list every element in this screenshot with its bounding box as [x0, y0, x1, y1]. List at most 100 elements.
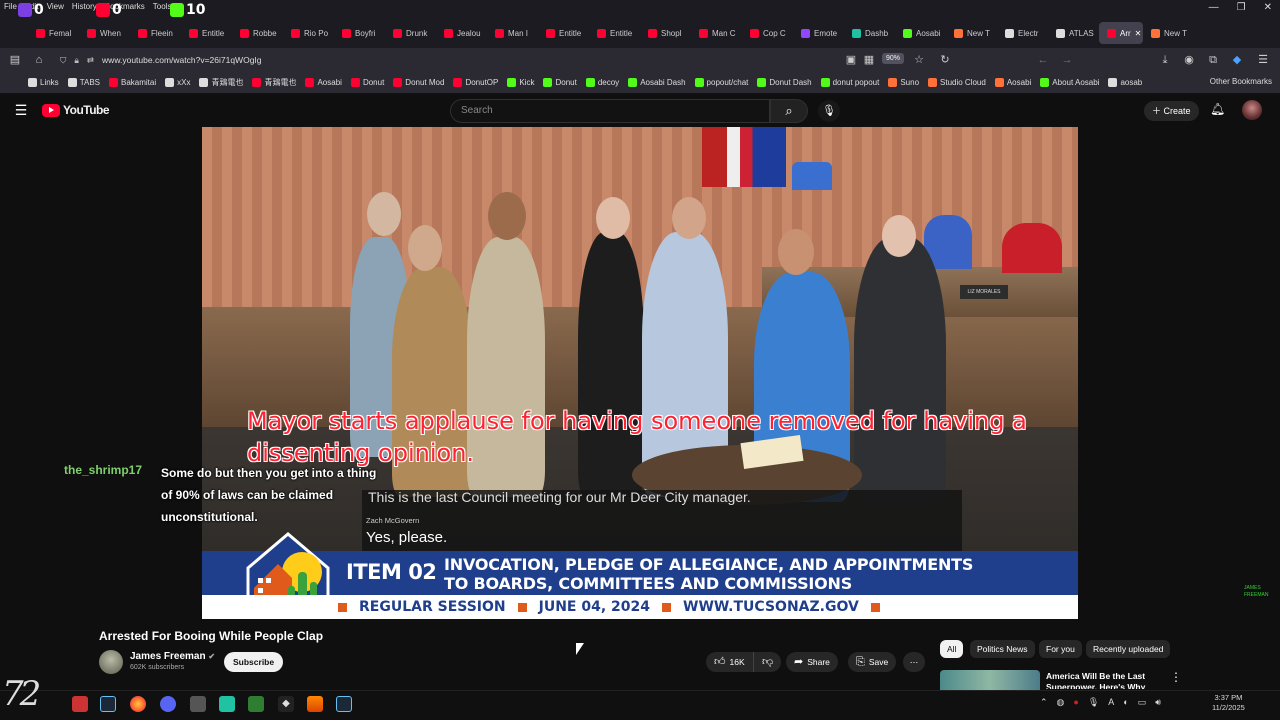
- bookmark-item[interactable]: DonutOP: [453, 78, 498, 87]
- restore-icon[interactable]: ❐: [1237, 2, 1246, 13]
- recommended-more-icon[interactable]: ⋮: [1170, 670, 1182, 684]
- bookmark-item[interactable]: Donut: [350, 78, 384, 87]
- browser-tab[interactable]: Entitle: [589, 22, 640, 44]
- browser-tab[interactable]: Arr ✕: [1099, 22, 1143, 44]
- browser-tab[interactable]: Fleein: [130, 22, 181, 44]
- browser-tab[interactable]: Femal: [28, 22, 79, 44]
- chip-for-you[interactable]: For you: [1039, 640, 1082, 658]
- tray-font-icon[interactable]: A: [1108, 697, 1114, 708]
- bookmark-item[interactable]: Kick: [507, 78, 534, 87]
- browser-tab[interactable]: Man I: [487, 22, 538, 44]
- bookmark-item[interactable]: Donut Mod: [393, 78, 444, 87]
- tray-network-icon[interactable]: ◐: [1123, 697, 1128, 708]
- search-input[interactable]: Search: [450, 99, 770, 123]
- tray-display-icon[interactable]: ▭: [1138, 697, 1147, 708]
- back-icon[interactable]: ←: [1036, 53, 1050, 67]
- bookmark-item[interactable]: xXx: [165, 78, 190, 87]
- url-bar[interactable]: ⛉ 🔒︎ ⇄ www.youtube.com/watch?v=26i71qWOg…: [60, 51, 960, 69]
- downloads-icon[interactable]: ⤓: [1158, 53, 1172, 67]
- voice-search-button[interactable]: 🎙︎: [818, 100, 840, 122]
- minimize-icon[interactable]: —: [1209, 2, 1219, 13]
- browser-tab[interactable]: Boyfri: [334, 22, 385, 44]
- guide-menu-icon[interactable]: ☰: [12, 101, 30, 119]
- browser-tab[interactable]: Cop C: [742, 22, 793, 44]
- bookmark-item[interactable]: Donut: [543, 78, 577, 87]
- bookmark-item[interactable]: Donut Dash: [757, 78, 812, 87]
- url-text[interactable]: www.youtube.com/watch?v=26i71qWOgIg: [102, 55, 261, 65]
- tray-mic-icon[interactable]: 🎙︎: [1088, 697, 1099, 708]
- browser-tab[interactable]: Man C: [691, 22, 742, 44]
- channel-name[interactable]: James Freeman ✔: [130, 651, 215, 662]
- tray-volume-icon[interactable]: 🔊︎: [1155, 697, 1161, 708]
- tray-record-icon[interactable]: ●: [1073, 697, 1078, 708]
- extensions-icon[interactable]: ⧉: [1206, 53, 1220, 67]
- browser-tab[interactable]: When: [79, 22, 130, 44]
- bookmark-item[interactable]: Aosabi Dash: [628, 78, 686, 87]
- bookmark-star-icon[interactable]: ☆: [912, 53, 926, 67]
- bookmark-item[interactable]: aosab: [1108, 78, 1142, 87]
- browser-tab[interactable]: Rio Po: [283, 22, 334, 44]
- tray-app-icon[interactable]: ◍: [1057, 697, 1065, 708]
- bookmark-item[interactable]: Links: [28, 78, 59, 87]
- channel-avatar[interactable]: [99, 650, 123, 674]
- recommended-video-title[interactable]: America Will Be the Last Superpower. Her…: [1046, 671, 1166, 689]
- app-icon-news[interactable]: [72, 696, 88, 712]
- share-button[interactable]: ➦ Share: [786, 652, 838, 672]
- bookmark-item[interactable]: Suno: [888, 78, 919, 87]
- zoom-level[interactable]: 90%: [882, 53, 905, 64]
- save-button[interactable]: ⎘ Save: [848, 652, 897, 672]
- firefox-icon[interactable]: [130, 696, 146, 712]
- reader-view-icon[interactable]: ▣: [844, 53, 858, 67]
- chip-all[interactable]: All: [940, 640, 964, 658]
- bookmark-item[interactable]: Aosabi: [994, 78, 1031, 87]
- browser-tab[interactable]: Dashb: [844, 22, 895, 44]
- bookmark-item[interactable]: donut popout: [820, 78, 879, 87]
- account-avatar[interactable]: [1242, 100, 1262, 120]
- browser-tab[interactable]: Entitle: [181, 22, 232, 44]
- browser-tab[interactable]: New T: [946, 22, 997, 44]
- home-icon[interactable]: ⌂: [32, 53, 46, 67]
- bookmark-item[interactable]: 青鶏電也: [199, 77, 243, 88]
- tab-close-icon[interactable]: ✕: [1135, 29, 1142, 38]
- youtube-logo[interactable]: YouTube: [42, 103, 110, 117]
- like-button[interactable]: 👍︎ 16K: [706, 652, 755, 672]
- bookmark-item[interactable]: Bakamitai: [109, 78, 156, 87]
- browser-tab[interactable]: New T: [1143, 22, 1194, 44]
- app-icon-cat[interactable]: [190, 696, 206, 712]
- browser-tab[interactable]: ATLAS: [1048, 22, 1099, 44]
- chip-recently-uploaded[interactable]: Recently uploaded: [1086, 640, 1171, 658]
- steam-icon-2[interactable]: [336, 696, 352, 712]
- sidebar-toggle-icon[interactable]: ▤: [8, 53, 22, 67]
- subscribe-button[interactable]: Subscribe: [224, 652, 284, 672]
- account-icon[interactable]: ◉: [1182, 53, 1196, 67]
- bookmark-item[interactable]: Studio Cloud: [928, 78, 986, 87]
- recommended-video-thumbnail[interactable]: [940, 670, 1040, 690]
- browser-tab[interactable]: Aosabi: [895, 22, 946, 44]
- bookmark-item[interactable]: popout/chat: [694, 78, 748, 87]
- reload-icon[interactable]: ↻: [938, 53, 952, 67]
- browser-tab[interactable]: Entitle: [538, 22, 589, 44]
- bookmark-item[interactable]: Aosabi: [305, 78, 342, 87]
- discord-icon[interactable]: [160, 696, 176, 712]
- more-actions-button[interactable]: ⋯: [903, 652, 925, 672]
- dislike-button[interactable]: 👎︎: [753, 652, 782, 672]
- browser-tab[interactable]: Electr: [997, 22, 1048, 44]
- forward-icon[interactable]: →: [1060, 53, 1074, 67]
- browser-tab[interactable]: Jealou: [436, 22, 487, 44]
- tray-chevron-icon[interactable]: ⌃: [1040, 697, 1048, 708]
- browser-tab[interactable]: Robbe: [232, 22, 283, 44]
- vlc-icon[interactable]: [307, 696, 323, 712]
- other-bookmarks[interactable]: Other Bookmarks: [1210, 77, 1272, 86]
- browser-tab[interactable]: Drunk: [385, 22, 436, 44]
- notifications-bell-icon[interactable]: 🔔︎: [1210, 102, 1225, 116]
- steam-icon[interactable]: [100, 696, 116, 712]
- app-icon-diamond[interactable]: ◆: [278, 696, 294, 712]
- extension-icon[interactable]: ◆: [1230, 53, 1244, 67]
- app-icon-sheets[interactable]: [248, 696, 264, 712]
- taskbar-clock[interactable]: 3:37 PM 11/2/2025: [1212, 693, 1245, 713]
- app-icon-teal[interactable]: [219, 696, 235, 712]
- browser-tab[interactable]: Shopl: [640, 22, 691, 44]
- bookmark-item[interactable]: 青鶏電也: [252, 77, 296, 88]
- browser-tab[interactable]: Emote: [793, 22, 844, 44]
- page-action-icon[interactable]: ▦: [862, 53, 876, 67]
